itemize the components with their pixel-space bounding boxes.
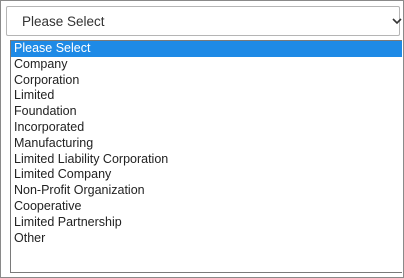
option-limited-partnership[interactable]: Limited Partnership xyxy=(11,215,402,231)
option-limited[interactable]: Limited xyxy=(11,88,402,104)
option-corporation[interactable]: Corporation xyxy=(11,73,402,89)
option-cooperative[interactable]: Cooperative xyxy=(11,199,402,215)
option-incorporated[interactable]: Incorporated xyxy=(11,120,402,136)
company-type-select[interactable]: Please Select xyxy=(6,6,402,36)
option-company[interactable]: Company xyxy=(11,57,402,73)
select-current-value: Please Select xyxy=(22,14,105,29)
option-please-select[interactable]: Please Select xyxy=(11,41,402,57)
option-foundation[interactable]: Foundation xyxy=(11,104,402,120)
option-non-profit-organization[interactable]: Non-Profit Organization xyxy=(11,183,402,199)
options-listbox[interactable]: Please Select Company Corporation Limite… xyxy=(10,40,402,273)
chevron-down-icon xyxy=(392,18,402,25)
option-limited-liability-corporation[interactable]: Limited Liability Corporation xyxy=(11,152,402,168)
option-manufacturing[interactable]: Manufacturing xyxy=(11,136,402,152)
option-limited-company[interactable]: Limited Company xyxy=(11,167,402,183)
option-other[interactable]: Other xyxy=(11,231,402,247)
